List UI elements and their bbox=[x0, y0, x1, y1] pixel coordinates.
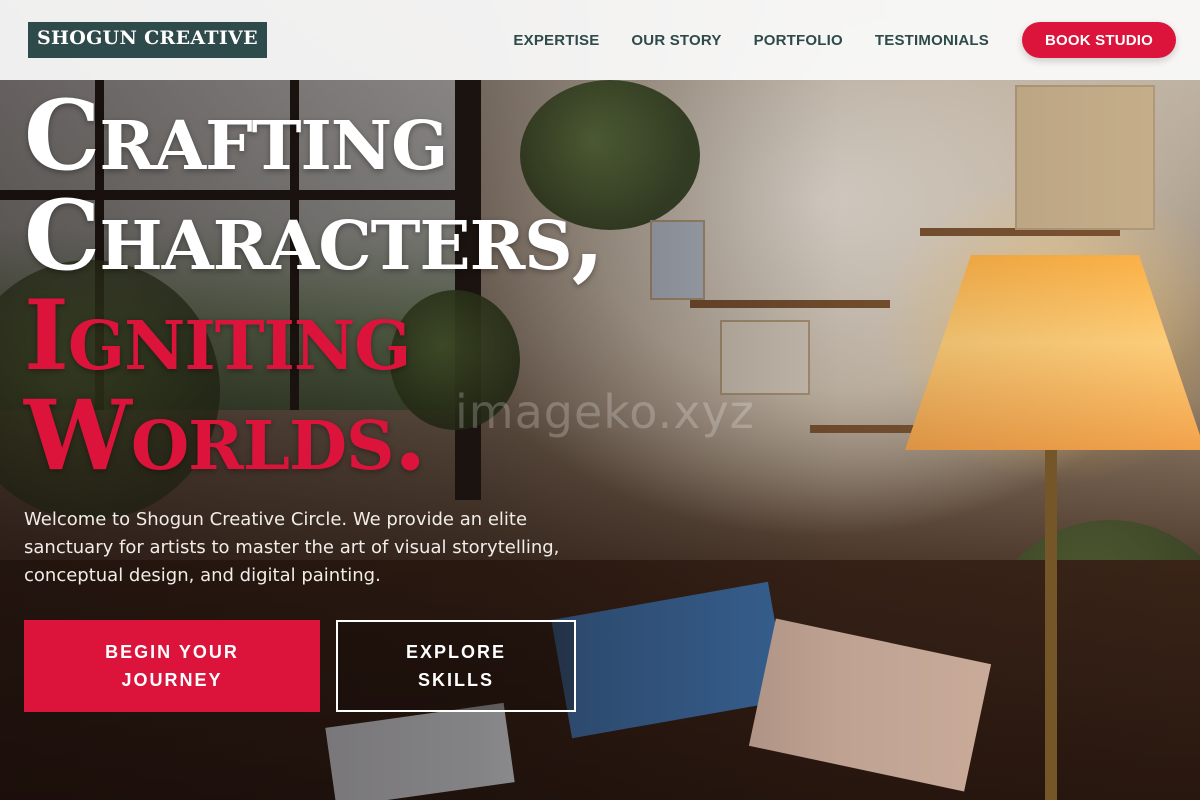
nav-link-expertise[interactable]: EXPERTISE bbox=[513, 32, 599, 49]
hero-heading: Crafting Characters, Igniting Worlds. bbox=[24, 86, 784, 486]
nav-link-our-story[interactable]: OUR STORY bbox=[631, 32, 721, 49]
site-header: SHOGUN CREATIVE EXPERTISE OUR STORY PORT… bbox=[0, 0, 1200, 80]
begin-journey-label: BEGIN YOUR JOURNEY bbox=[105, 642, 239, 690]
hero-description: Welcome to Shogun Creative Circle. We pr… bbox=[24, 509, 560, 586]
hero-heading-line: Characters, bbox=[24, 179, 605, 292]
book-studio-button[interactable]: BOOK STUDIO bbox=[1021, 22, 1176, 58]
hero-heading-line: Crafting bbox=[24, 79, 448, 192]
brand-logo[interactable]: SHOGUN CREATIVE bbox=[28, 22, 267, 58]
hero-heading-line: Igniting bbox=[24, 279, 411, 392]
main-nav: EXPERTISE OUR STORY PORTFOLIO TESTIMONIA… bbox=[513, 32, 989, 49]
nav-link-portfolio[interactable]: PORTFOLIO bbox=[754, 32, 843, 49]
explore-skills-button[interactable]: EXPLORE SKILLS bbox=[336, 620, 576, 712]
nav-link-testimonials[interactable]: TESTIMONIALS bbox=[875, 32, 989, 49]
explore-skills-label: EXPLORE SKILLS bbox=[405, 642, 507, 690]
hero-heading-line: Worlds. bbox=[24, 379, 427, 492]
begin-journey-button[interactable]: BEGIN YOUR JOURNEY bbox=[24, 620, 320, 712]
